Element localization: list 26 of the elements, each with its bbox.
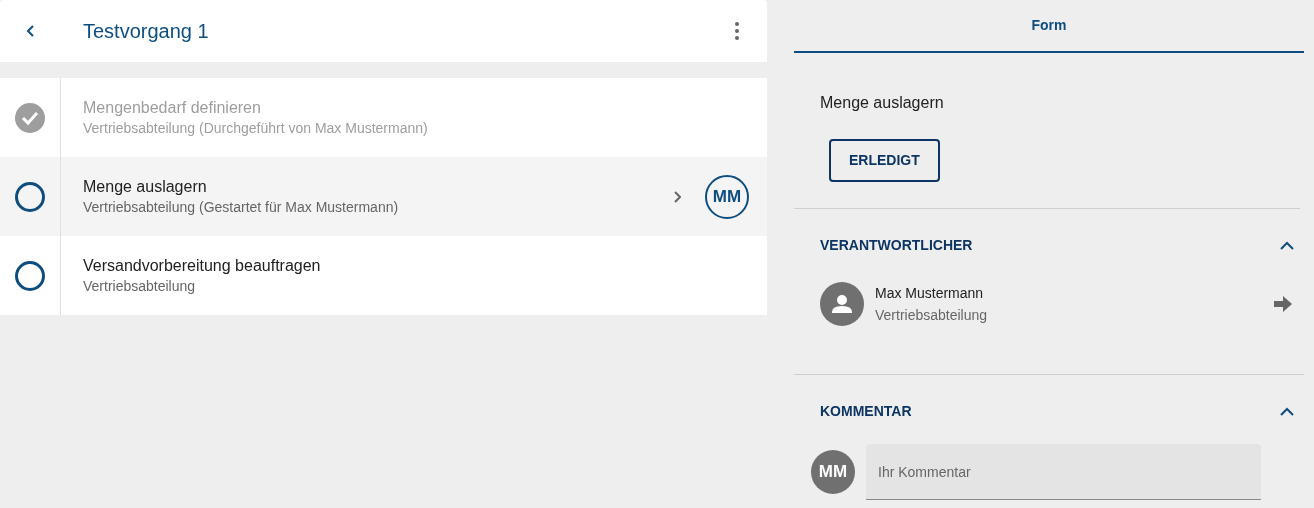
user-avatar: MM	[811, 450, 855, 494]
section-heading: KOMMENTAR	[820, 402, 912, 421]
collapse-icon[interactable]	[1280, 240, 1294, 251]
section-heading: VERANTWORTLICHER	[820, 236, 973, 255]
person-name: Max Mustermann	[875, 284, 985, 303]
comment-field[interactable]: Ihr Kommentar	[866, 444, 1261, 500]
step-row[interactable]: Versandvorbereitung beauftragen Vertriebsabteilung	[0, 236, 767, 315]
step-title: Versandvorbereitung beauftragen	[83, 255, 321, 276]
step-subtitle: Vertriebsabteilung (Durchgeführt von Max Mustermann)	[83, 118, 428, 138]
person-department: Vertriebsabteilung	[875, 306, 988, 325]
chevron-right-icon	[673, 190, 681, 203]
assignee-avatar: MM	[705, 174, 749, 219]
arrow-right-icon[interactable]	[1274, 295, 1292, 313]
step-title: Mengenbedarf definieren	[83, 97, 262, 118]
step-row[interactable]: Menge auslagern Vertriebsabteilung (Gestartet für Max Mustermann) MM	[0, 157, 767, 236]
user-avatar-icon	[820, 282, 864, 326]
process-title: Testvorgang 1	[83, 19, 209, 44]
more-icon	[735, 22, 739, 40]
step-subtitle: Vertriebsabteilung	[83, 276, 197, 296]
step-title: Menge auslagern	[83, 176, 208, 197]
collapse-icon[interactable]	[1280, 406, 1294, 417]
step-subtitle: Vertriebsabteilung (Gestartet für Max Mustermann)	[83, 197, 399, 217]
task-title: Menge auslagern	[820, 94, 944, 111]
back-icon	[25, 24, 37, 38]
tab[interactable]: Form	[794, 0, 1304, 53]
done-button[interactable]: ERLEDIGT	[829, 139, 940, 182]
